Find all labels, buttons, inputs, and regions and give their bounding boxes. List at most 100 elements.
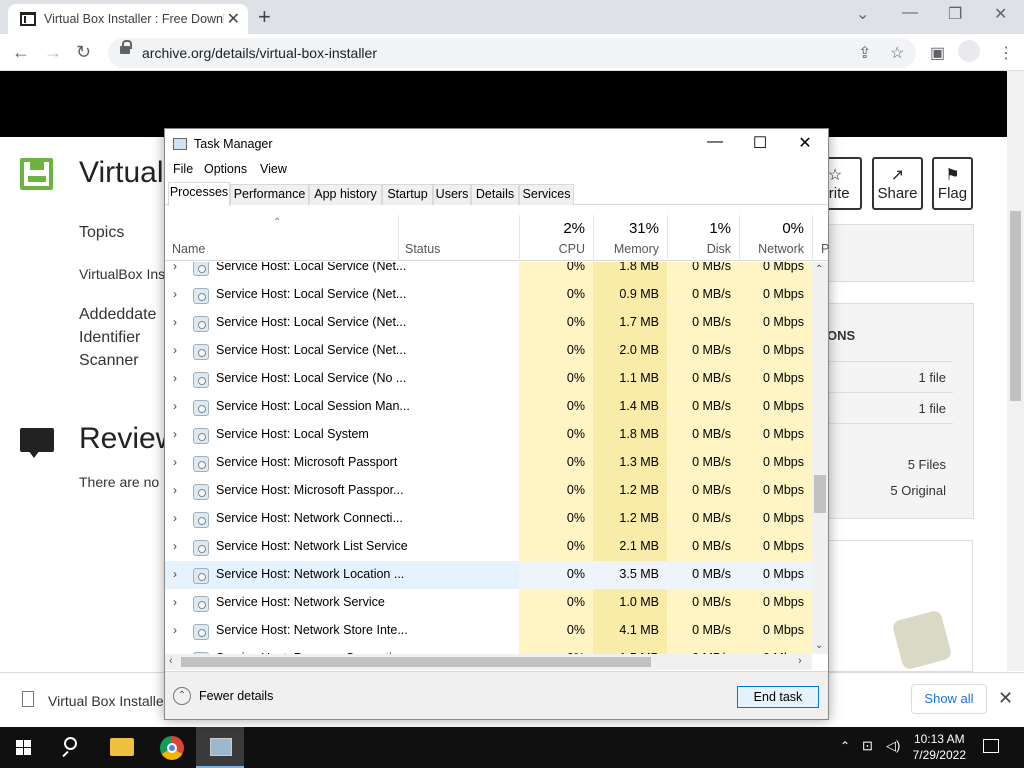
notifications-icon[interactable] <box>983 739 999 753</box>
tab-search-icon[interactable]: ⌄ <box>856 4 869 24</box>
process-row[interactable]: › Service Host: Network Service 0% 1.0 MB 0 … <box>165 589 812 617</box>
bookmark-star-icon[interactable]: ☆ <box>890 43 904 63</box>
close-shelf-icon[interactable]: ✕ <box>998 688 1013 709</box>
process-row[interactable]: › Service Host: Local Service (Net... 0% 0.… <box>165 281 812 309</box>
lock-icon[interactable] <box>120 40 132 55</box>
side-panel-icon[interactable]: ▣ <box>930 43 945 63</box>
menu-file[interactable]: File <box>173 162 193 176</box>
expand-chevron-icon[interactable]: › <box>173 567 177 581</box>
tab-startup[interactable]: Startup <box>382 184 433 205</box>
flag-button[interactable]: ⚑ Flag <box>932 157 973 210</box>
tab-close-icon[interactable]: ✕ <box>227 9 240 29</box>
chrome-icon[interactable] <box>148 727 196 768</box>
expand-chevron-icon[interactable]: › <box>173 262 177 273</box>
expand-chevron-icon[interactable]: › <box>173 511 177 525</box>
vertical-scrollbar[interactable]: ⌃ ⌄ <box>812 262 828 654</box>
process-row[interactable]: › Service Host: Local System 0% 1.8 MB 0 MB/… <box>165 421 812 449</box>
minimize-icon[interactable]: — <box>902 4 918 22</box>
address-bar[interactable]: archive.org/details/virtual-box-installe… <box>108 38 916 68</box>
system-clock[interactable]: 10:13 AM 7/29/2022 <box>913 731 966 763</box>
col-name[interactable]: Name <box>172 242 205 256</box>
chrome-menu-icon[interactable]: ⋮ <box>998 43 1014 63</box>
tm-minimize-icon[interactable]: — <box>692 133 738 151</box>
download-row-2[interactable]: 1 file <box>919 401 946 416</box>
col-power[interactable]: P <box>812 215 829 261</box>
process-row[interactable]: › Service Host: Microsoft Passpor... 0% 1.2… <box>165 477 812 505</box>
related-item-card[interactable] <box>810 540 973 672</box>
file-explorer-icon[interactable] <box>98 727 146 768</box>
files-count[interactable]: 5 Files <box>908 457 946 472</box>
share-page-icon[interactable]: ⇪ <box>858 43 871 63</box>
show-hidden-icons-icon[interactable]: ⌃ <box>840 739 850 753</box>
restore-icon[interactable]: ❐ <box>948 4 962 24</box>
menu-options[interactable]: Options <box>204 162 247 176</box>
tm-maximize-icon[interactable]: ☐ <box>737 133 783 153</box>
expand-chevron-icon[interactable]: › <box>173 595 177 609</box>
tm-close-icon[interactable]: ✕ <box>782 133 828 153</box>
expand-chevron-icon[interactable]: › <box>173 287 177 301</box>
download-row-1[interactable]: 1 file <box>919 370 946 385</box>
expand-chevron-icon[interactable]: › <box>173 371 177 385</box>
horizontal-scrollbar[interactable]: ‹ › <box>165 654 812 670</box>
task-manager-titlebar[interactable]: Task Manager — ☐ ✕ <box>165 129 828 159</box>
process-row[interactable]: ›Service Host: Program Compati...0%1.5 M… <box>165 645 812 654</box>
menu-view[interactable]: View <box>260 162 287 176</box>
browser-tab[interactable]: Virtual Box Installer : Free Downl ✕ <box>8 4 248 34</box>
process-row[interactable]: › Service Host: Network Store Inte... 0% 4.… <box>165 617 812 645</box>
expand-chevron-icon[interactable]: › <box>173 315 177 329</box>
process-row[interactable]: › Service Host: Local Service (Net... 0% 2.… <box>165 337 812 365</box>
col-memory[interactable]: 31% Memory <box>593 215 667 261</box>
back-icon[interactable]: ← <box>12 42 30 63</box>
tab-processes[interactable]: Processes <box>168 182 230 206</box>
end-task-button[interactable]: End task <box>737 686 819 708</box>
scroll-down-icon[interactable]: ⌄ <box>815 640 823 651</box>
download-filename[interactable]: Virtual Box Installer.... <box>48 693 183 709</box>
forward-icon[interactable]: → <box>44 42 62 63</box>
col-status[interactable]: Status <box>398 215 519 261</box>
expand-chevron-icon[interactable]: › <box>173 427 177 441</box>
tab-services[interactable]: Services <box>519 184 574 205</box>
scroll-up-icon[interactable]: ⌃ <box>815 264 823 275</box>
col-cpu[interactable]: 2% CPU <box>519 215 593 261</box>
col-disk[interactable]: 1% Disk <box>667 215 739 261</box>
horizontal-scroll-thumb[interactable] <box>181 657 651 667</box>
network-icon[interactable]: ⊡ <box>862 738 873 754</box>
task-manager-taskbar-icon[interactable] <box>196 727 244 768</box>
expand-chevron-icon[interactable]: › <box>173 343 177 357</box>
process-row[interactable]: › Service Host: Network List Service 0% 2.1… <box>165 533 812 561</box>
topic-value[interactable]: VirtualBox Ins <box>79 266 165 282</box>
tab-performance[interactable]: Performance <box>230 184 309 205</box>
page-scrollbar[interactable] <box>1007 71 1024 671</box>
show-all-button[interactable]: Show all <box>911 684 987 714</box>
original-count[interactable]: 5 Original <box>890 483 946 498</box>
scroll-left-icon[interactable]: ‹ <box>169 655 173 667</box>
process-row[interactable]: › Service Host: Local Service (Net... 0% 1.… <box>165 262 812 281</box>
process-row[interactable]: › Service Host: Network Connecti... 0% 1.2 … <box>165 505 812 533</box>
tab-users[interactable]: Users <box>433 184 471 205</box>
close-window-icon[interactable]: ✕ <box>994 4 1007 24</box>
reload-icon[interactable]: ↻ <box>76 42 91 63</box>
share-button[interactable]: ↗ Share <box>872 157 923 210</box>
process-row[interactable]: › Service Host: Local Session Man... 0% 1.4… <box>165 393 812 421</box>
scroll-right-icon[interactable]: › <box>798 655 802 667</box>
col-network[interactable]: 0% Network <box>739 215 812 261</box>
process-row[interactable]: › Service Host: Local Service (Net... 0% 1.… <box>165 309 812 337</box>
fewer-details-link[interactable]: Fewer details <box>199 689 273 703</box>
expand-chevron-icon[interactable]: › <box>173 623 177 637</box>
expand-chevron-icon[interactable]: › <box>173 399 177 413</box>
volume-icon[interactable]: ◁) <box>886 738 900 754</box>
chevron-up-icon[interactable]: ⌃ <box>173 687 191 705</box>
search-icon[interactable] <box>48 727 96 768</box>
process-row[interactable]: › Service Host: Network Location ... 0% 3.5… <box>165 561 812 589</box>
process-row[interactable]: › Service Host: Microsoft Passport 0% 1.3 M… <box>165 449 812 477</box>
new-tab-icon[interactable]: + <box>258 4 271 30</box>
expand-chevron-icon[interactable]: › <box>173 483 177 497</box>
process-row[interactable]: › Service Host: Local Service (No ... 0% 1.… <box>165 365 812 393</box>
start-button[interactable] <box>0 727 48 768</box>
expand-chevron-icon[interactable]: › <box>173 539 177 553</box>
profile-avatar-icon[interactable] <box>958 40 980 62</box>
tab-app-history[interactable]: App history <box>309 184 382 205</box>
vertical-scroll-thumb[interactable] <box>814 475 826 513</box>
tab-details[interactable]: Details <box>471 184 519 205</box>
expand-chevron-icon[interactable]: › <box>173 455 177 469</box>
